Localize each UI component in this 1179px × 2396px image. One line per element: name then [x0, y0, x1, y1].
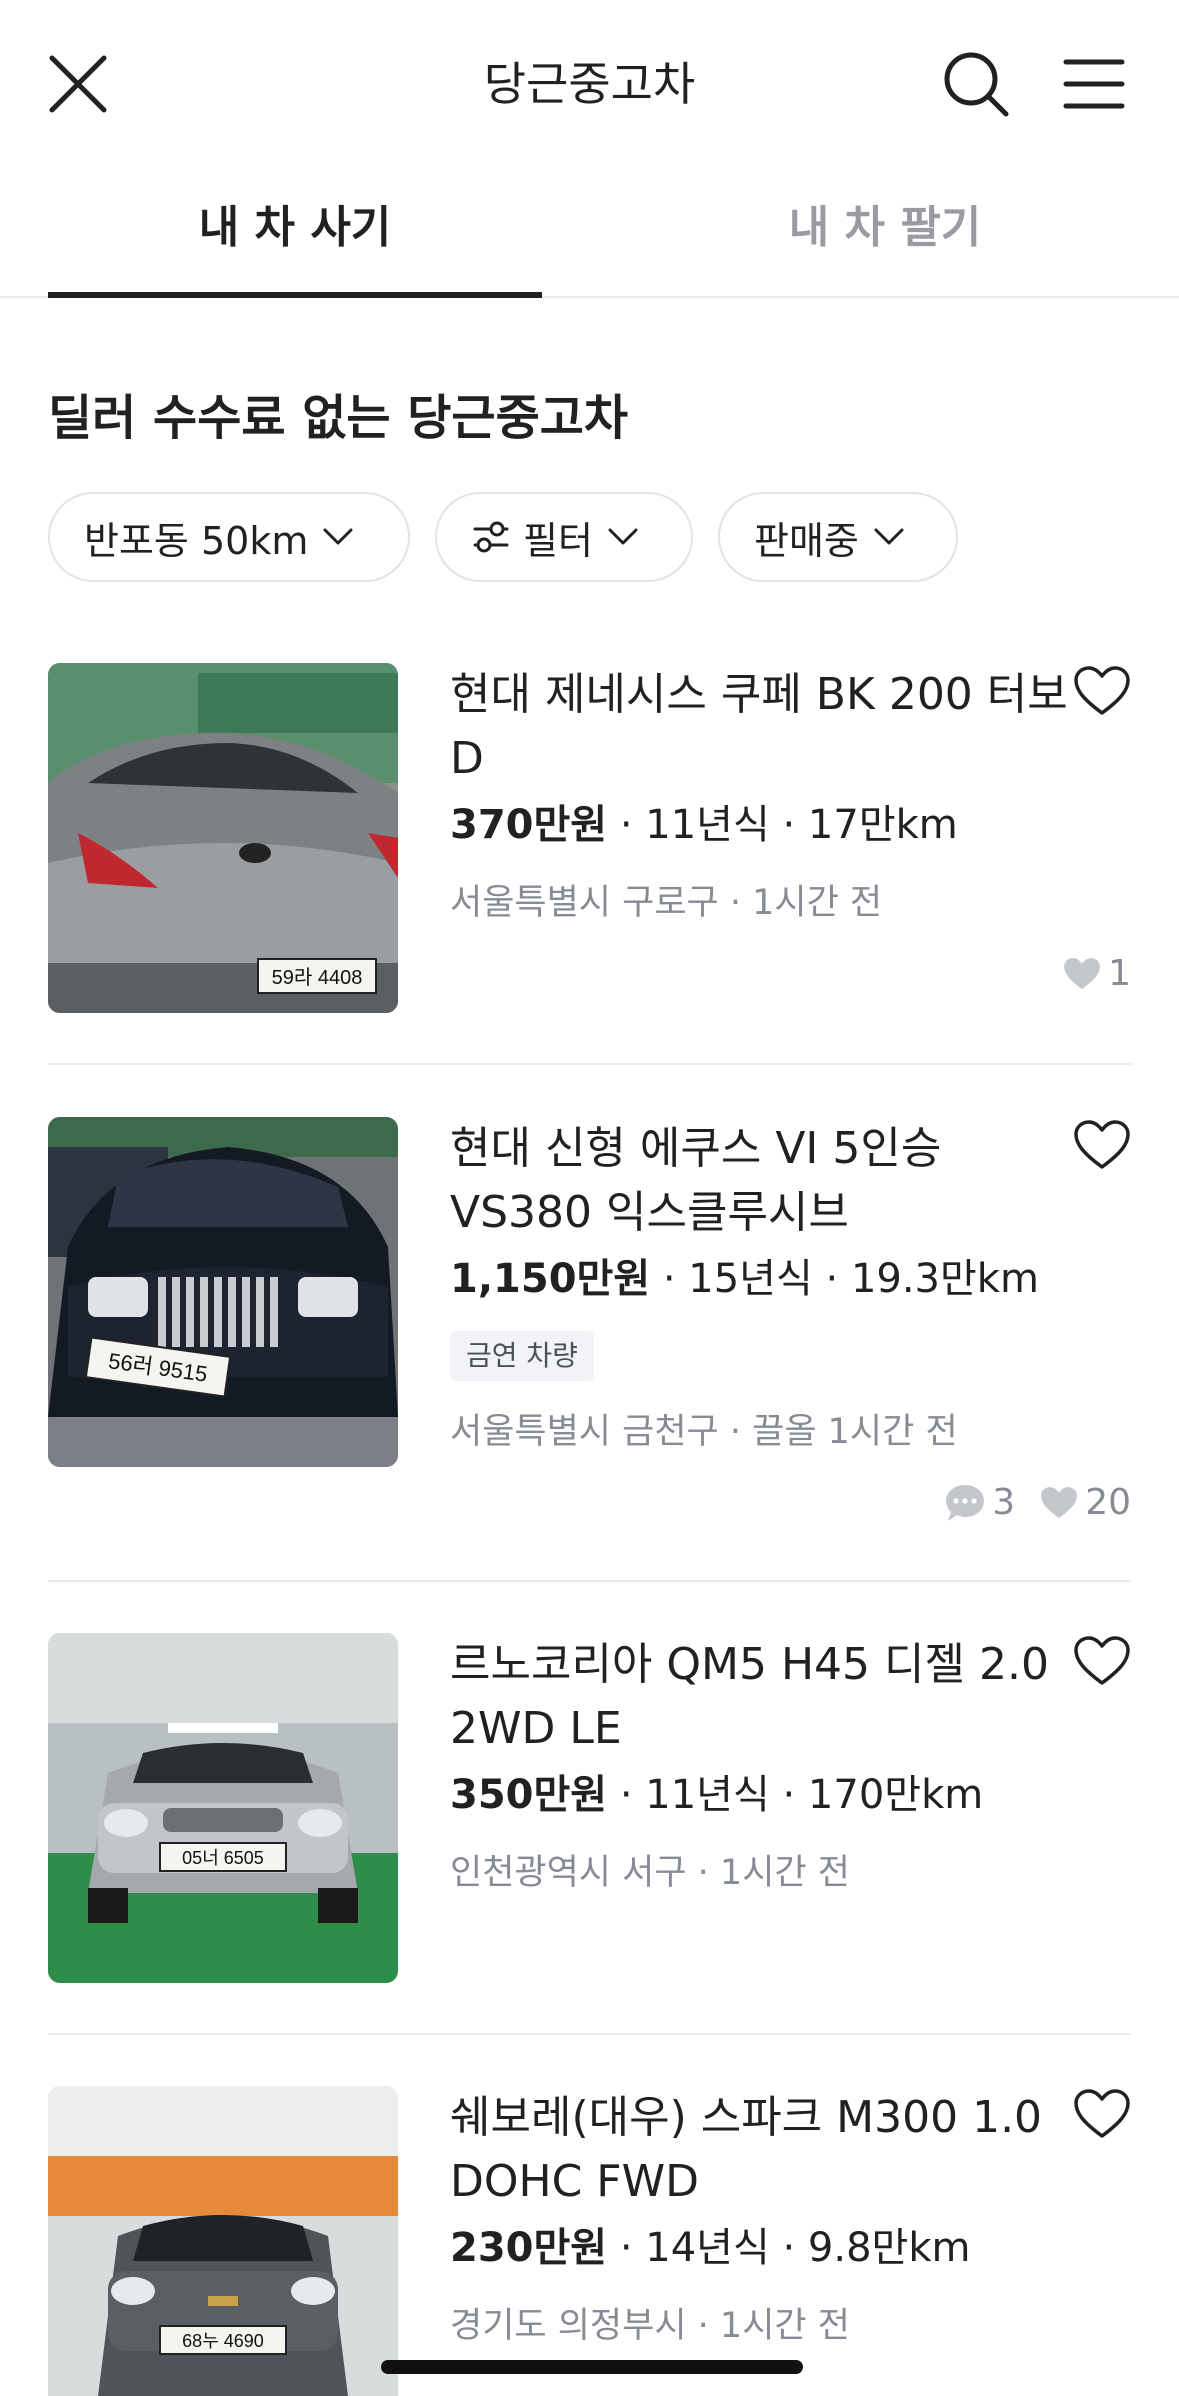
car-photo: 59라 4408	[48, 663, 398, 1013]
sale-status-label: 판매중	[754, 518, 859, 563]
listing-price: 350만원	[450, 1772, 608, 1818]
tab-buy-car[interactable]: 내 차 사기	[48, 198, 542, 258]
listing-title: 현대 제네시스 쿠페 BK 200 터보 D	[450, 669, 1068, 784]
location: 서울특별시 구로구	[450, 883, 719, 923]
hamburger-menu-icon[interactable]	[1062, 52, 1126, 116]
license-plate: 59라 4408	[272, 966, 363, 989]
model-year: 11년식	[645, 802, 770, 848]
tab-sell-car[interactable]: 내 차 팔기	[638, 198, 1132, 258]
separator: ·	[782, 2225, 808, 2271]
model-year: 15년식	[688, 1256, 813, 1302]
listing-price-line: 230만원 · 14년식 · 9.8만km	[450, 2220, 970, 2276]
listing-title: 르노코리아 QM5 H45 디젤 2.0 2WD LE	[450, 1639, 1049, 1754]
filter-sliders-icon	[473, 521, 509, 553]
listing-title: 현대 신형 에쿠스 VI 5인승 VS380 익스클루시브	[450, 1123, 942, 1238]
heart-filled-icon	[1064, 957, 1101, 989]
chevron-down-icon	[608, 528, 638, 545]
comment-count-group: 3	[944, 1482, 1015, 1523]
active-tab-indicator	[48, 292, 542, 298]
separator: ·	[619, 1772, 646, 1818]
heart-outline-icon[interactable]	[1073, 1119, 1131, 1171]
posted-time: 끌올 1시간 전	[752, 1412, 958, 1452]
top-bar: 당근중고차	[0, 0, 1179, 170]
car-photo: 05너 6505	[48, 1633, 398, 1983]
separator: ·	[825, 1256, 851, 1302]
location: 서울특별시 금천구	[450, 1412, 719, 1452]
tab-bar: 내 차 사기 내 차 팔기	[0, 170, 1179, 298]
listing-price: 370만원	[450, 802, 608, 848]
list-divider	[48, 1580, 1131, 1582]
non-smoking-tag: 금연 차량	[450, 1331, 594, 1381]
listing-price-line: 1,150만원 · 15년식 · 19.3만km	[450, 1251, 1039, 1307]
license-plate: 68누 4690	[182, 2331, 264, 2351]
section-headline: 딜러 수수료 없는 당근중고차	[48, 390, 629, 446]
like-count: 20	[1085, 1482, 1131, 1523]
heart-outline-icon[interactable]	[1073, 1635, 1131, 1687]
listing-location-line: 경기도 의정부시 · 1시간 전	[450, 2306, 850, 2346]
listing-location-line: 서울특별시 금천구 · 끌올 1시간 전	[450, 1412, 958, 1452]
model-year: 11년식	[645, 1772, 770, 1818]
heart-outline-icon[interactable]	[1073, 665, 1131, 717]
separator: ·	[782, 802, 808, 848]
separator: ·	[619, 802, 646, 848]
listing-price-line: 370만원 · 11년식 · 17만km	[450, 797, 958, 853]
listing-location-line: 인천광역시 서구 · 1시간 전	[450, 1853, 850, 1893]
list-divider	[48, 2033, 1131, 2035]
chat-bubble-icon	[946, 1484, 985, 1521]
like-count-group: 20	[1039, 1482, 1131, 1523]
license-plate: 05너 6505	[182, 1848, 264, 1868]
separator: ·	[662, 1256, 689, 1302]
car-photo: 56러 9515	[48, 1117, 398, 1467]
chevron-down-icon	[323, 528, 353, 545]
filter-chip[interactable]: 필터	[435, 492, 693, 582]
separator: ·	[619, 2225, 646, 2271]
listing-stats: 1	[1038, 953, 1131, 994]
listing-price-line: 350만원 · 11년식 · 170만km	[450, 1767, 983, 1823]
mileage: 170만km	[807, 1772, 984, 1818]
listing-item[interactable]: 59라 4408 현대 제네시스 쿠페 BK 200 터보 D 370만원 · …	[48, 663, 1131, 1013]
mileage: 19.3만km	[850, 1256, 1039, 1302]
mileage: 9.8만km	[807, 2225, 971, 2271]
posted-time: 1시간 전	[719, 1853, 850, 1893]
location-filter-chip[interactable]: 반포동 50km	[48, 492, 410, 582]
mileage: 17만km	[807, 802, 958, 848]
separator: ·	[782, 1772, 808, 1818]
model-year: 14년식	[645, 2225, 770, 2271]
search-icon[interactable]	[940, 48, 1012, 120]
posted-time: 1시간 전	[719, 2306, 850, 2346]
comment-count: 3	[992, 1482, 1016, 1523]
list-divider	[48, 1063, 1131, 1065]
filter-chip-label: 필터	[523, 518, 593, 563]
listing-price: 1,150만원	[450, 1256, 651, 1302]
listing-location-line: 서울특별시 구로구 · 1시간 전	[450, 883, 883, 923]
listing-price: 230만원	[450, 2225, 608, 2271]
like-count: 1	[1108, 953, 1131, 994]
location: 경기도 의정부시	[450, 2306, 687, 2346]
sale-status-filter-chip[interactable]: 판매중	[718, 492, 958, 582]
like-count-group: 1	[1062, 953, 1131, 994]
listing-stats: 3 20	[920, 1482, 1131, 1523]
home-indicator[interactable]	[381, 2360, 803, 2374]
chevron-down-icon	[874, 528, 904, 545]
listing-item[interactable]: 68누 4690 쉐보레(대우) 스파크 M300 1.0 DOHC FWD 2…	[48, 2086, 1131, 2396]
car-photo: 68누 4690	[48, 2086, 398, 2396]
listing-item[interactable]: 56러 9515 현대 신형 에쿠스 VI 5인승 VS380 익스클루시브 1…	[48, 1117, 1131, 1523]
location-filter-label: 반포동 50km	[84, 518, 309, 563]
heart-filled-icon	[1041, 1486, 1078, 1518]
posted-time: 1시간 전	[752, 883, 883, 923]
listing-item[interactable]: 05너 6505 르노코리아 QM5 H45 디젤 2.0 2WD LE 350…	[48, 1633, 1131, 1983]
location: 인천광역시 서구	[450, 1853, 687, 1893]
heart-outline-icon[interactable]	[1073, 2088, 1131, 2140]
listing-title: 쉐보레(대우) 스파크 M300 1.0 DOHC FWD	[450, 2092, 1043, 2207]
